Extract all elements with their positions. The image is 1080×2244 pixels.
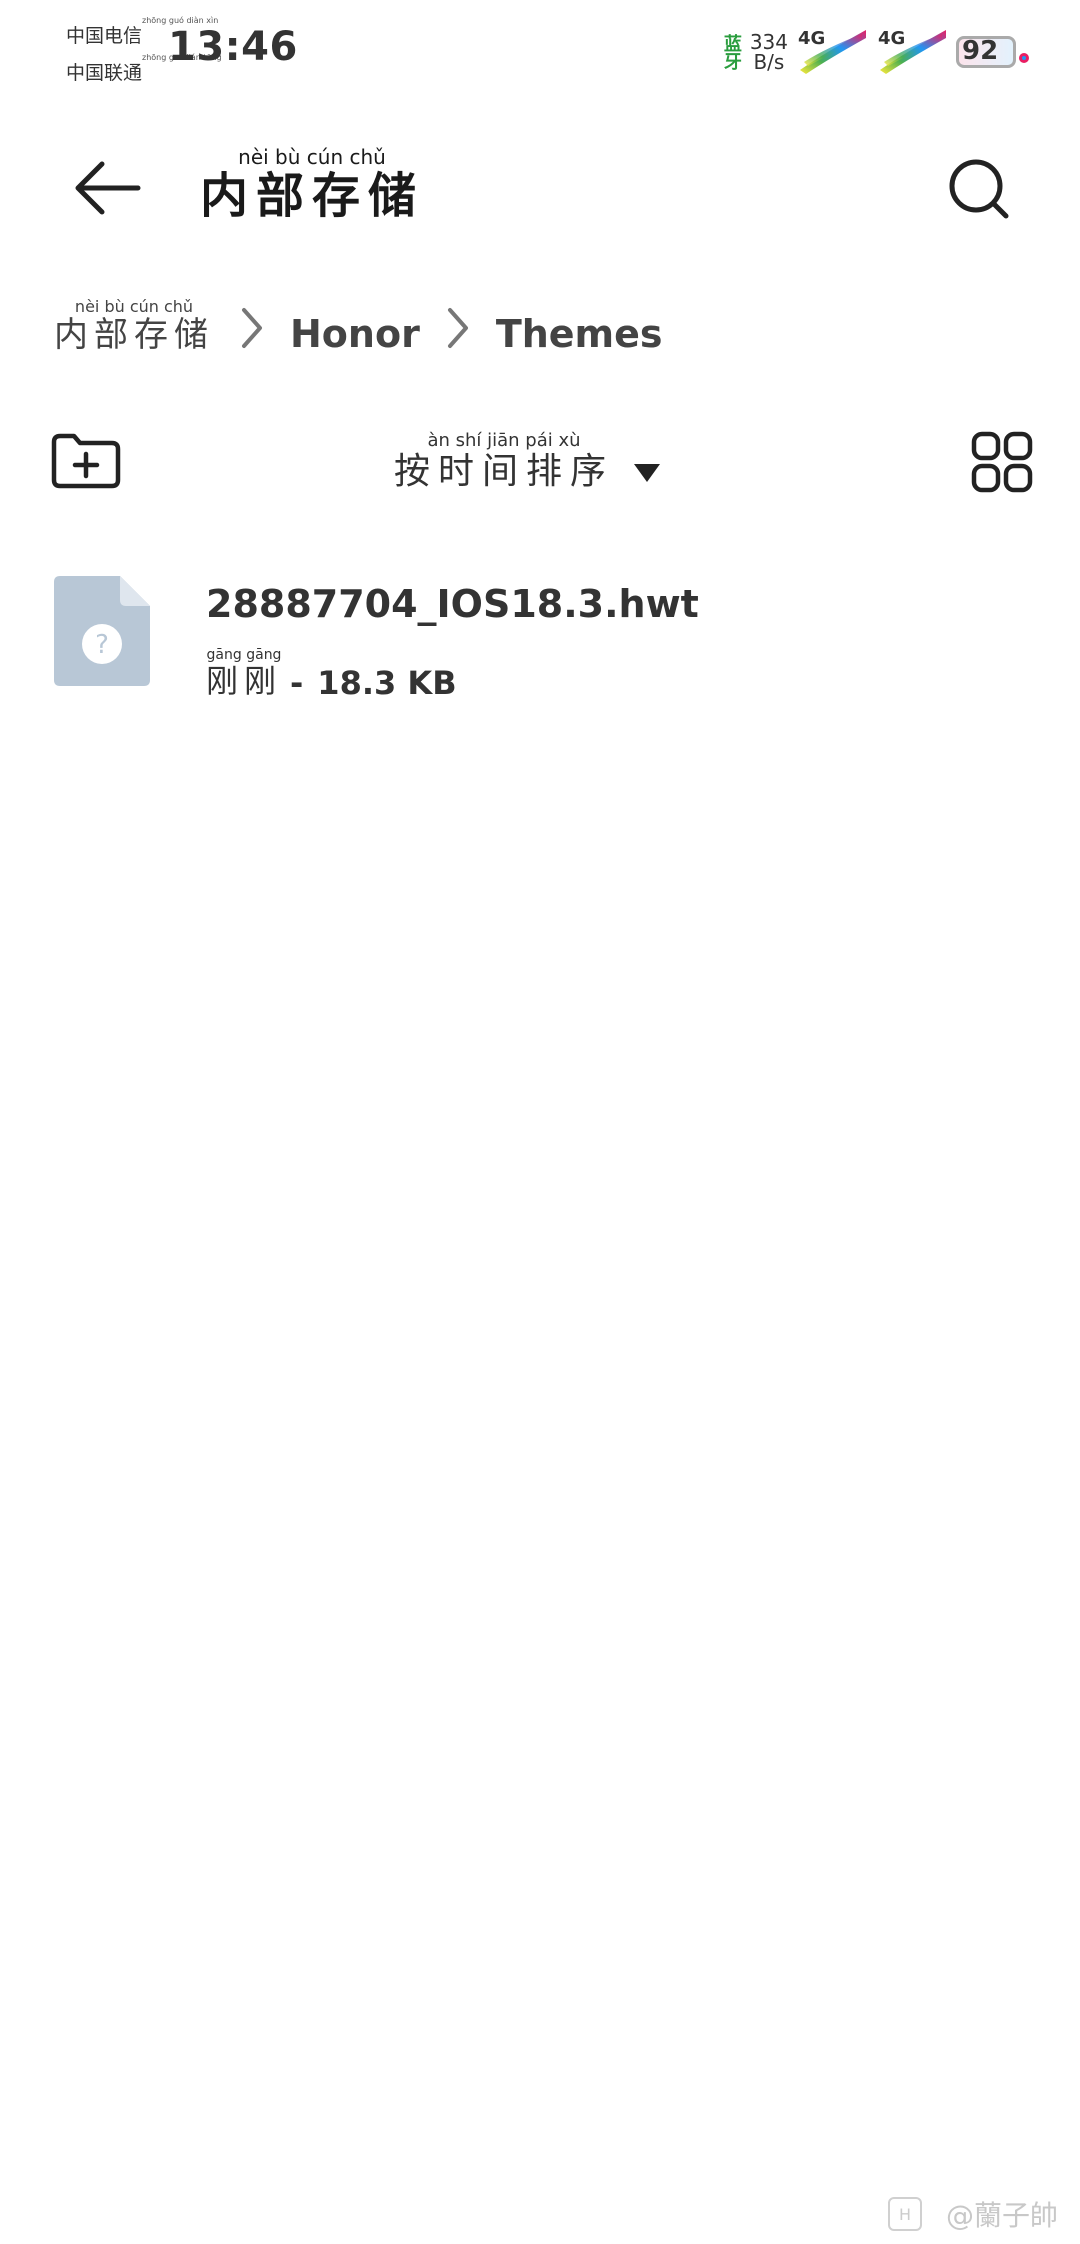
carrier-2: 中国联通zhōng guó lián tōng	[66, 53, 222, 84]
signal-1-label: 4G	[798, 28, 826, 49]
watermark-logo: H	[887, 2197, 922, 2231]
breadcrumb: 内部存储nèi bù cún chǔ Honor Themes	[54, 296, 663, 356]
view-toggle-button[interactable]	[970, 430, 1034, 494]
chevron-right-icon	[447, 308, 468, 348]
unknown-file-icon: ?	[54, 576, 150, 686]
status-bar: 中国电信zhōng guó diàn xìn 中国联通zhōng guó liá…	[0, 0, 1080, 110]
carrier-info: 中国电信zhōng guó diàn xìn 中国联通zhōng guó liá…	[66, 16, 222, 84]
search-icon	[949, 159, 1009, 219]
file-modified: 刚刚gāng gāng	[206, 647, 283, 700]
sort-dropdown[interactable]: 按时间排序àn shí jiān pái xù	[394, 430, 662, 494]
svg-text:?: ?	[95, 630, 109, 660]
carrier-1: 中国电信zhōng guó diàn xìn	[66, 16, 219, 47]
back-button[interactable]	[70, 150, 150, 230]
status-clock: 13:46	[168, 24, 298, 70]
caret-down-icon	[634, 464, 661, 482]
signal-1: 4G	[796, 26, 868, 78]
bluetooth-indicator: 蓝牙	[720, 34, 742, 70]
file-size: 18.3 KB	[317, 664, 457, 702]
battery-indicator: 92	[956, 32, 1032, 72]
file-list-item[interactable]: ? 28887704_IOS18.3.hwt 刚刚gāng gāng - 18.…	[0, 560, 1080, 702]
network-speed-unit: B/s	[753, 50, 785, 74]
folder-plus-icon	[51, 433, 121, 489]
new-folder-button[interactable]	[48, 430, 122, 492]
status-icons: 蓝牙 334 B/s 4G 4G 92	[720, 24, 1032, 80]
battery-level: 92	[962, 36, 999, 66]
file-meta: 刚刚gāng gāng - 18.3 KB	[206, 647, 457, 702]
bluetooth-label: 蓝牙	[720, 34, 742, 70]
arrow-left-icon	[75, 161, 141, 215]
file-meta-separator: -	[290, 664, 304, 702]
signal-2-label: 4G	[878, 28, 906, 49]
breadcrumb-item-honor[interactable]: Honor	[290, 312, 420, 356]
watermark-text: @蘭子帥	[945, 2199, 1058, 2232]
breadcrumb-item-internal-storage[interactable]: 内部存储nèi bù cún chǔ	[54, 297, 214, 356]
grid-view-icon	[971, 431, 1033, 493]
chevron-right-icon	[242, 308, 262, 348]
charging-icon	[1019, 53, 1029, 63]
breadcrumb-item-themes[interactable]: Themes	[496, 312, 663, 356]
network-speed-value: 334	[749, 30, 788, 54]
sort-label: 按时间排序àn shí jiān pái xù	[394, 430, 615, 492]
page-title: 内部存储nèi bù cún chǔ	[200, 145, 425, 224]
file-name: 28887704_IOS18.3.hwt	[206, 582, 699, 626]
search-button[interactable]	[940, 150, 1020, 230]
network-speed: 334 B/s	[750, 32, 788, 72]
watermark: H @蘭子帥	[887, 2194, 1058, 2234]
signal-2: 4G	[876, 26, 948, 78]
